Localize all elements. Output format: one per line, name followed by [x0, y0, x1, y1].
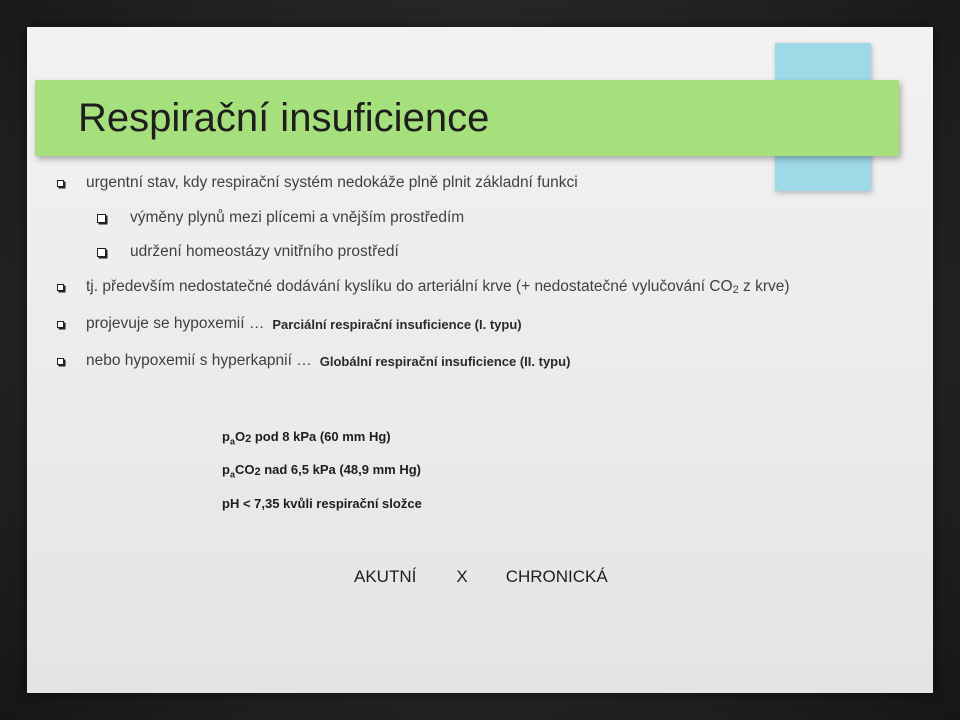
criterion-pao2: paO2 pod 8 kPa (60 mm Hg) [222, 429, 391, 447]
square-bullet-icon [97, 213, 106, 223]
comparison-mid: X [456, 567, 468, 586]
bullet-bold-text: Globální respirační insuficience (II. ty… [319, 353, 571, 369]
comparison-left: AKUTNÍ [354, 567, 417, 586]
bullet-text: nebo hypoxemií s hyperkapnií … [86, 352, 312, 369]
square-bullet-icon [57, 320, 64, 328]
bullet-text: výměny plynů mezi plícemi a vnějším pros… [130, 209, 465, 226]
bullet-text: projevuje se hypoxemií … [86, 315, 265, 332]
criterion-ph: pH < 7,35 kvůli respirační složce [222, 496, 422, 511]
criterion-paco2: paCO2 nad 6,5 kPa (48,9 mm Hg) [222, 462, 421, 480]
bullet-item: výměny plynů mezi plícemi a vnějším pros… [97, 208, 464, 228]
bullet-text: udržení homeostázy vnitřního prostředí [130, 243, 399, 260]
bullet-item: projevuje se hypoxemií … Parciální respi… [57, 314, 522, 334]
square-bullet-icon [57, 179, 64, 187]
bullet-text: tj. především nedostatečné dodávání kysl… [86, 278, 790, 296]
square-bullet-icon [57, 283, 64, 291]
bullet-item: udržení homeostázy vnitřního prostředí [97, 242, 399, 262]
bullet-item: nebo hypoxemií s hyperkapnií … Globální … [57, 351, 570, 371]
square-bullet-icon [57, 357, 64, 365]
bullet-text: urgentní stav, kdy respirační systém ned… [86, 174, 578, 191]
bullet-item: urgentní stav, kdy respirační systém ned… [57, 173, 578, 193]
bullet-bold-text: Parciální respirační insuficience (I. ty… [272, 316, 522, 332]
bullet-item: tj. především nedostatečné dodávání kysl… [57, 277, 790, 297]
square-bullet-icon [97, 247, 106, 257]
comparison-line: AKUTNÍ X CHRONICKÁ [354, 567, 608, 587]
slide-title: Respirační insuficience [78, 96, 490, 140]
title-bar: Respirační insuficience [35, 80, 899, 156]
slide: Respirační insuficience urgentní stav, k… [27, 27, 933, 693]
comparison-right: CHRONICKÁ [505, 567, 608, 586]
